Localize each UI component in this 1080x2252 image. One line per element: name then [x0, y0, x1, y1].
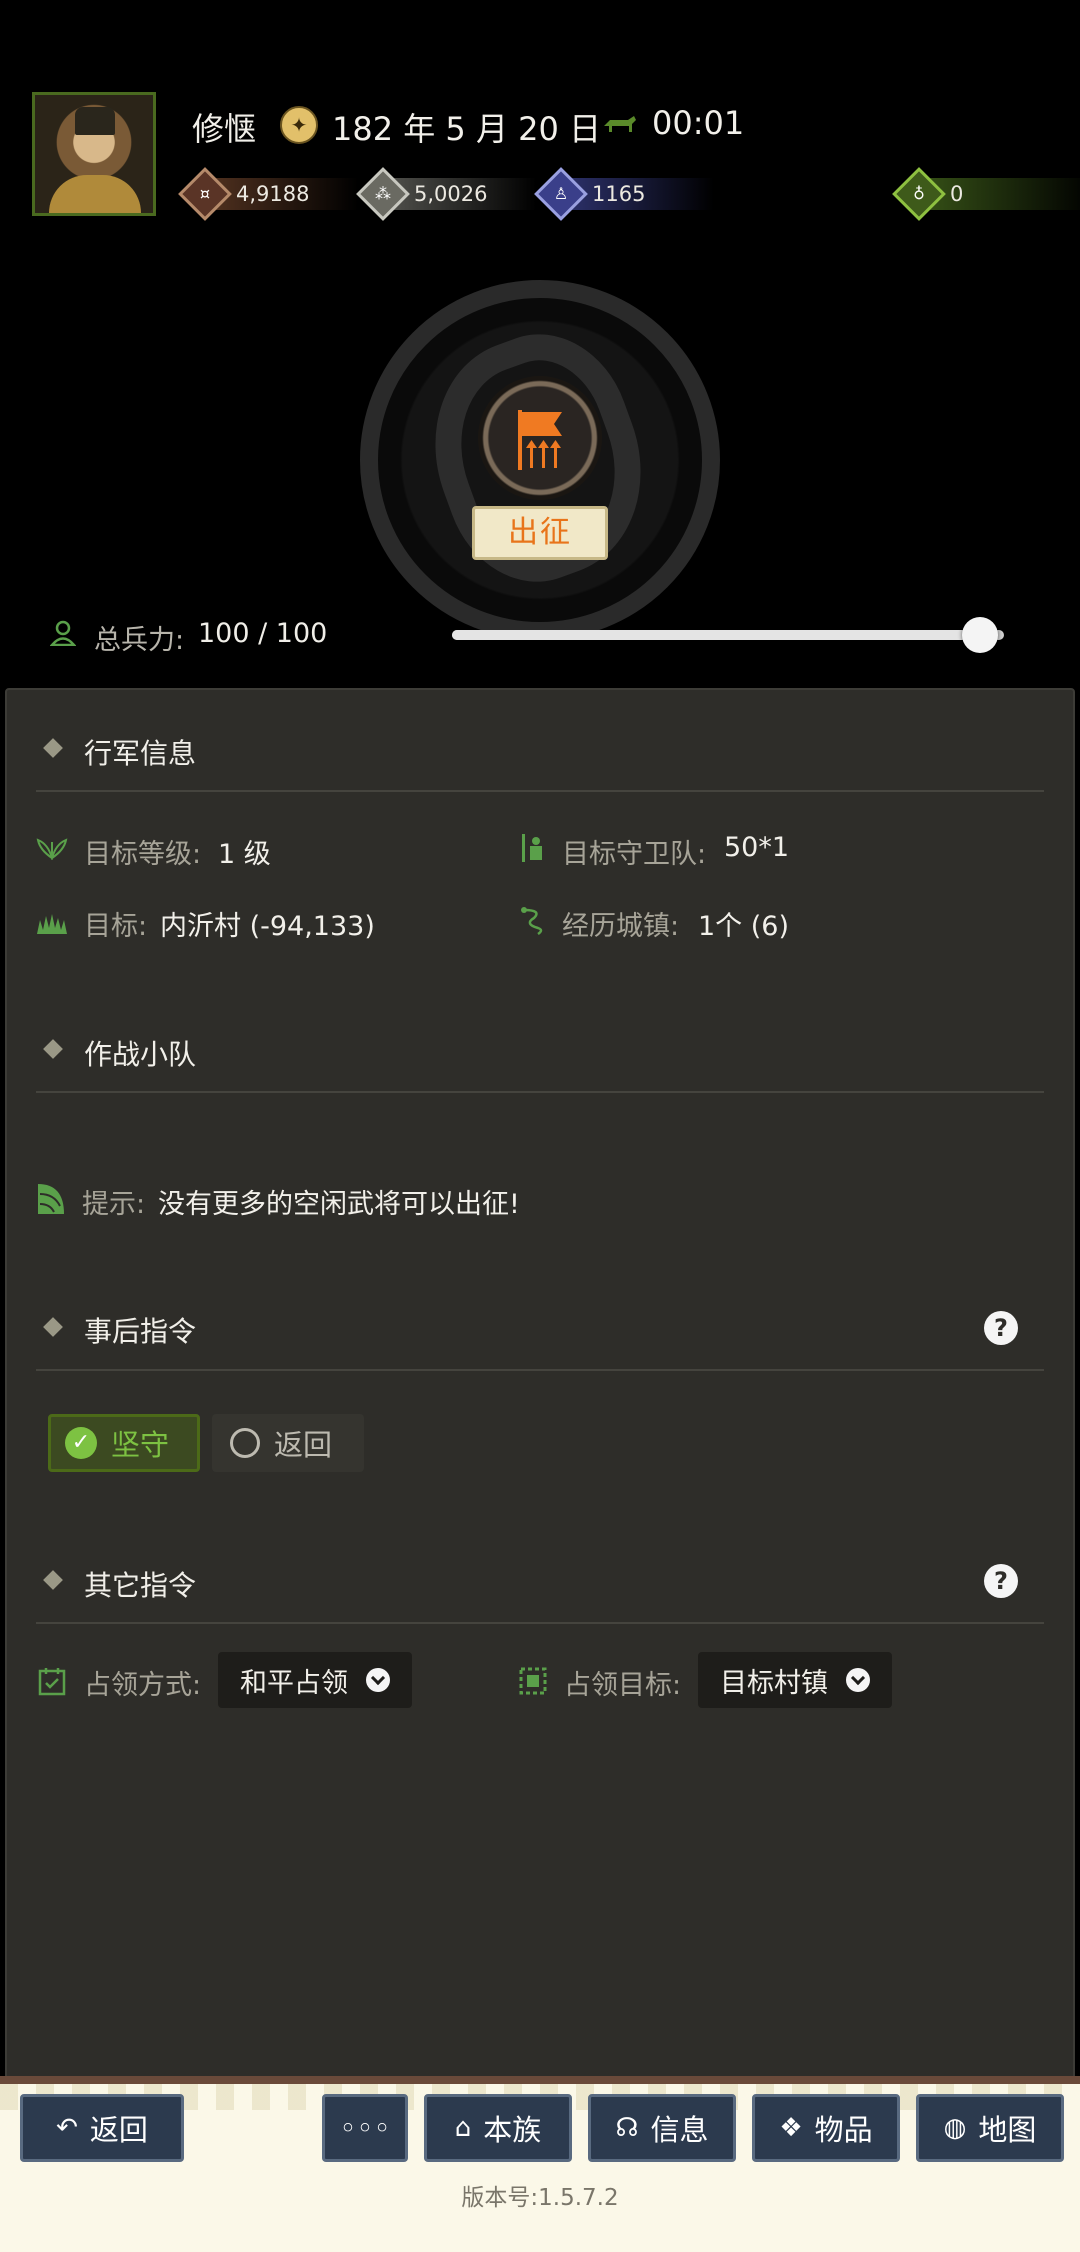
march-button[interactable]: 出征 [472, 506, 608, 560]
soldier-icon: ♙ [534, 167, 588, 221]
divider [36, 1622, 1044, 1624]
troops-label: 总兵力: [94, 625, 185, 656]
bag-icon: ♁ [892, 167, 946, 221]
divider [36, 790, 1044, 792]
leaf-icon [38, 1184, 64, 1214]
calendar-icon: ✦ [280, 106, 318, 144]
more-icon: ◦◦◦ [339, 2111, 391, 2145]
other-order-help-icon[interactable]: ? [984, 1564, 1018, 1598]
option-return[interactable]: 返回 [212, 1414, 364, 1472]
hint-text: 没有更多的空闲武将可以出征! [158, 1189, 520, 1220]
items-button[interactable]: ❖ 物品 [752, 2094, 900, 2162]
target-label: 目标: [84, 911, 148, 942]
player-avatar[interactable] [32, 92, 156, 216]
horse-icon [604, 116, 636, 132]
divider [36, 1091, 1044, 1093]
troops-slider-handle[interactable] [962, 617, 998, 653]
march-info-title: 行军信息 [84, 737, 197, 770]
player-name: 修惬 [192, 110, 257, 148]
chevron-down-icon [366, 1668, 390, 1692]
target-level-value: 1 级 [218, 839, 271, 870]
clan-button[interactable]: ⌂ 本族 [424, 2094, 572, 2162]
level-icon [36, 838, 68, 860]
option-hold[interactable]: ✓ 坚守 [48, 1414, 200, 1472]
target-level-label: 目标等级: [84, 839, 202, 870]
more-button[interactable]: ◦◦◦ [322, 2094, 408, 2162]
chat-icon: ☊ [615, 2113, 639, 2143]
troops-slider-fill [452, 630, 980, 640]
route-icon [521, 907, 543, 936]
target-guard-value: 50*1 [724, 832, 790, 863]
troops-value: 100 / 100 [198, 618, 328, 649]
terrain-icon [37, 914, 67, 934]
occupy-target-dropdown[interactable]: 目标村镇 [698, 1652, 892, 1708]
occupy-method-dropdown[interactable]: 和平占领 [218, 1652, 412, 1708]
resource-soldiers: ♙ 1165 [534, 167, 714, 221]
towns-value: 1个 (6) [698, 911, 790, 942]
march-flag-icon[interactable] [478, 376, 602, 500]
occupy-target-label: 占领目标: [564, 1670, 682, 1701]
march-panel [5, 688, 1075, 2082]
resource-coins: ¤ 4,9188 [178, 167, 358, 221]
resource-bag[interactable]: ♁ 0 [892, 167, 1080, 221]
target-guard-label: 目标守卫队: [562, 839, 707, 870]
map-button[interactable]: ◍ 地图 [916, 2094, 1064, 2162]
radio-icon [230, 1428, 260, 1458]
chest-icon: ❖ [779, 2113, 803, 2143]
target-town-icon [519, 1667, 547, 1695]
towns-label: 经历城镇: [562, 911, 680, 942]
resource-grain: ⁂ 5,0026 [356, 167, 536, 221]
guard-icon [522, 834, 542, 862]
after-order-title: 事后指令 [84, 1315, 197, 1348]
tent-icon: ⌂ [454, 2113, 472, 2143]
person-icon [50, 620, 76, 646]
after-order-help-icon[interactable]: ? [984, 1311, 1018, 1345]
grain-icon: ⁂ [356, 167, 410, 221]
game-time: 00:01 [652, 104, 745, 142]
target-value: 内沂村 (-94,133) [160, 911, 375, 942]
info-button[interactable]: ☊ 信息 [588, 2094, 736, 2162]
globe-icon: ◍ [943, 2113, 967, 2143]
chevron-down-icon [846, 1668, 870, 1692]
version-label: 版本号:1.5.7.2 [461, 2185, 619, 2211]
other-order-title: 其它指令 [84, 1569, 197, 1602]
squad-title: 作战小队 [84, 1038, 197, 1071]
coins-icon: ¤ [178, 167, 232, 221]
game-date: 182 年 5 月 20 日 [332, 110, 602, 148]
back-button[interactable]: ↶ 返回 [20, 2094, 184, 2162]
divider [36, 1369, 1044, 1371]
check-icon: ✓ [65, 1427, 97, 1459]
hint-label: 提示: [82, 1189, 146, 1220]
undo-icon: ↶ [56, 2113, 78, 2143]
occupy-method-label: 占领方式: [84, 1670, 202, 1701]
calendar-check-icon [38, 1668, 66, 1696]
